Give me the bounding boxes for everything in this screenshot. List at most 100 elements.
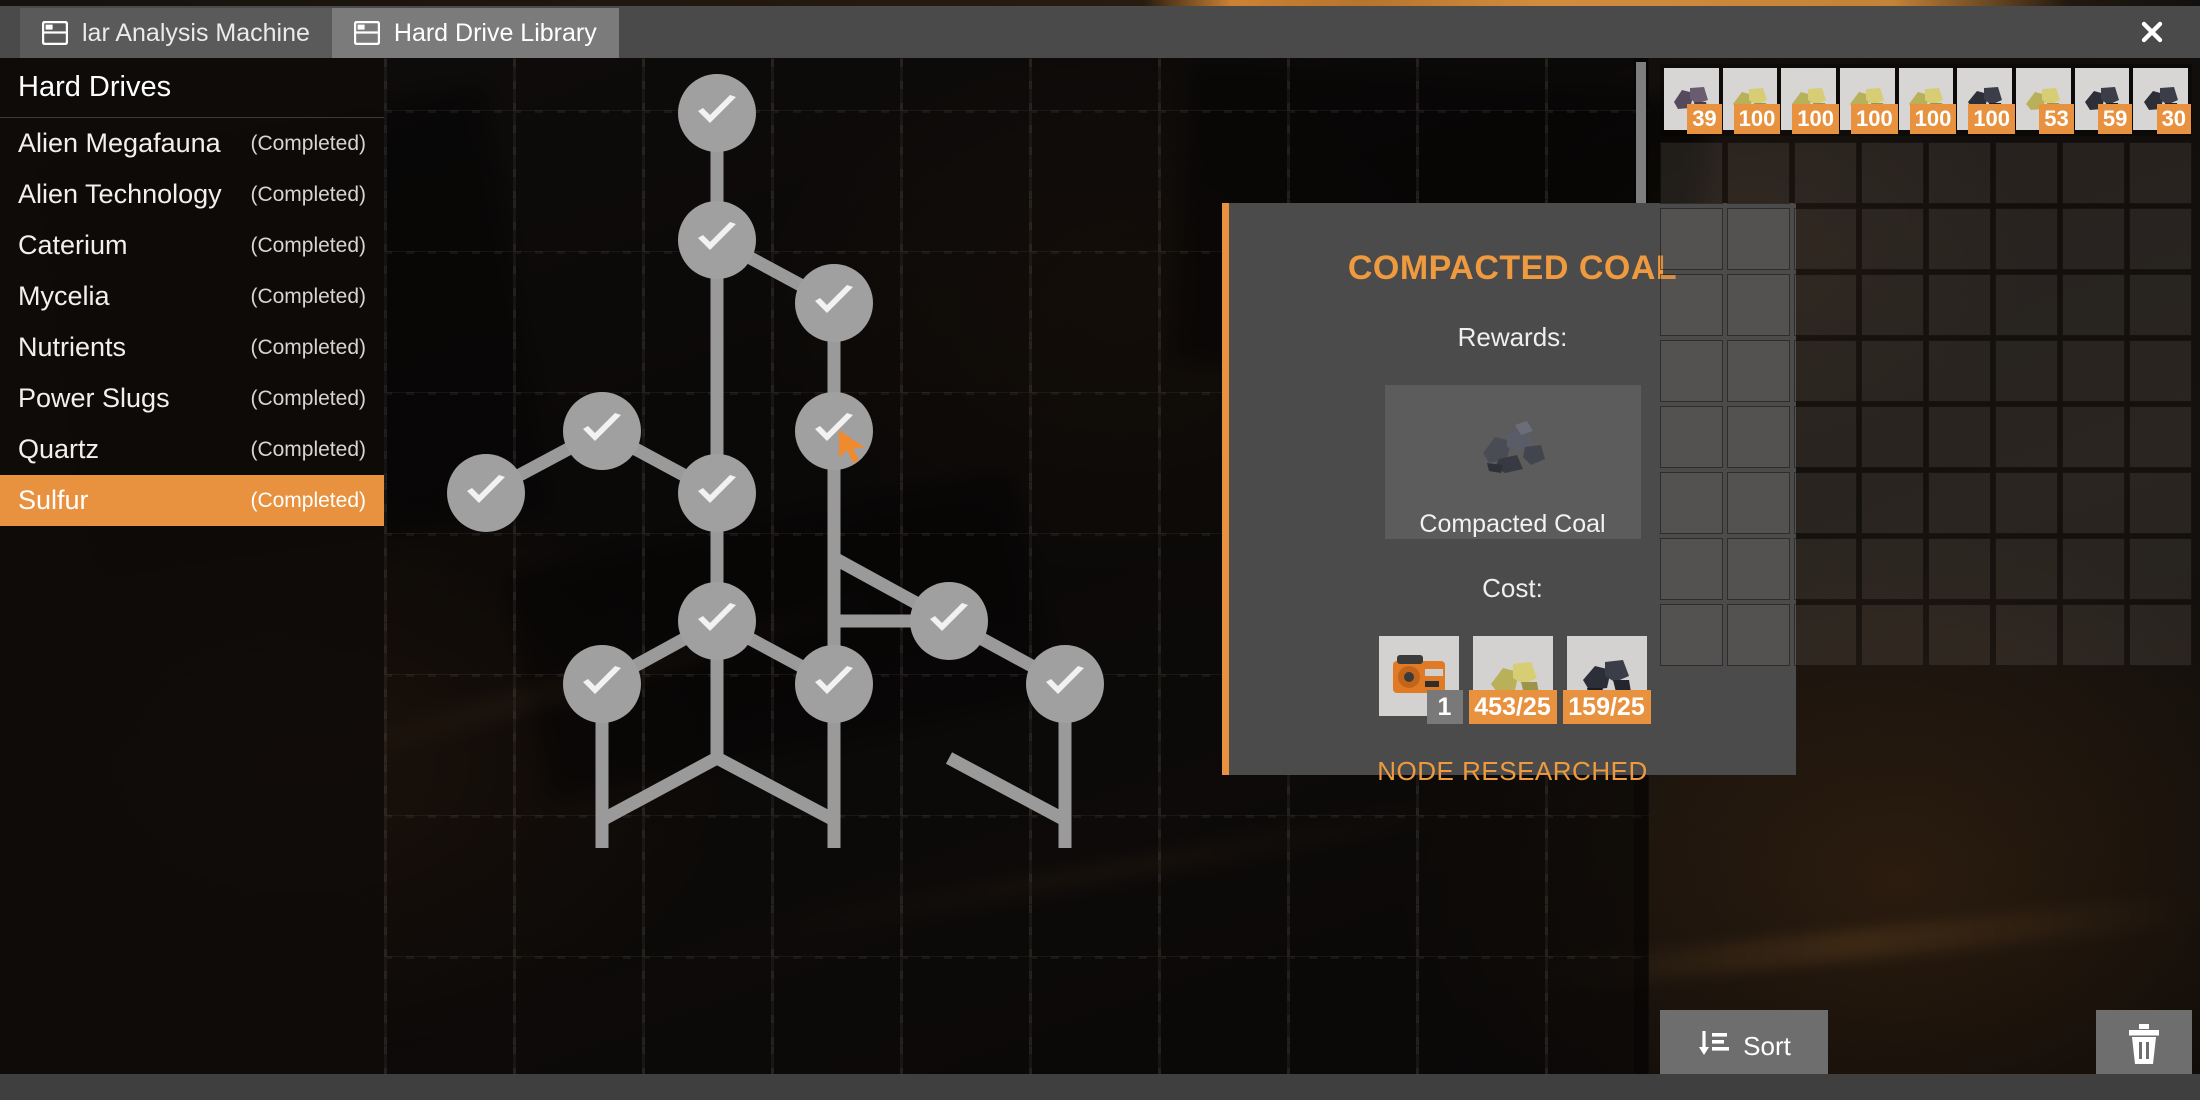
trash-button[interactable]	[2096, 1010, 2192, 1082]
sidebar-item-power-slugs[interactable]: Power Slugs (Completed)	[0, 373, 384, 424]
inventory-slot-empty[interactable]	[2129, 406, 2192, 468]
inventory-slot-empty[interactable]	[1794, 472, 1857, 534]
inventory-slot-empty[interactable]	[1928, 538, 1991, 600]
inventory-slot-empty[interactable]	[1660, 274, 1723, 336]
cost-item-coal[interactable]: 159/25	[1562, 636, 1651, 724]
inventory-slot-empty[interactable]	[2062, 274, 2125, 336]
inventory-slot-empty[interactable]	[2062, 604, 2125, 666]
tech-node-n10[interactable]	[563, 645, 641, 723]
inventory-slot-empty[interactable]	[1995, 208, 2058, 270]
inventory-slot-empty[interactable]	[1727, 274, 1790, 336]
tab-hard-drive-library[interactable]: Hard Drive Library	[331, 8, 619, 58]
inventory-slot-empty[interactable]	[1995, 604, 2058, 666]
sidebar-item-alien-technology[interactable]: Alien Technology (Completed)	[0, 169, 384, 220]
inventory-slot-empty[interactable]	[2062, 340, 2125, 402]
sort-button[interactable]: Sort	[1660, 1010, 1828, 1082]
inventory-slot-empty[interactable]	[1727, 340, 1790, 402]
inventory-slot-empty[interactable]	[1928, 208, 1991, 270]
inventory-slot-empty[interactable]	[1660, 604, 1723, 666]
close-button[interactable]	[2104, 6, 2200, 58]
inventory-slot-empty[interactable]	[1995, 538, 2058, 600]
tech-node-n8[interactable]	[678, 582, 756, 660]
tech-node-n1[interactable]	[678, 74, 756, 152]
inventory-slot-empty[interactable]	[1660, 406, 1723, 468]
inventory-slot-empty[interactable]	[1861, 538, 1924, 600]
cost-item-hard-drive[interactable]: 1	[1378, 636, 1463, 724]
sidebar-item-quartz[interactable]: Quartz (Completed)	[0, 424, 384, 475]
inventory-slot-empty[interactable]	[2062, 472, 2125, 534]
inventory-slot-empty[interactable]	[1861, 142, 1924, 204]
inventory-slot[interactable]: 100	[1898, 68, 1957, 134]
inventory-slot-empty[interactable]	[2129, 274, 2192, 336]
inventory-slot[interactable]: 53	[2016, 68, 2074, 134]
inventory-slot-empty[interactable]	[2062, 208, 2125, 270]
inventory-slot-empty[interactable]	[1928, 142, 1991, 204]
inventory-slot-empty[interactable]	[1861, 406, 1924, 468]
tech-node-n7[interactable]	[678, 454, 756, 532]
tech-node-n5[interactable]	[563, 392, 641, 470]
inventory-slot-empty[interactable]	[1727, 142, 1790, 204]
tech-node-n4[interactable]	[795, 392, 873, 470]
inventory-slot-empty[interactable]	[1861, 340, 1924, 402]
inventory-slot-empty[interactable]	[2129, 538, 2192, 600]
tech-node-n11[interactable]	[795, 645, 873, 723]
inventory-slot-empty[interactable]	[1660, 142, 1723, 204]
inventory-slot-empty[interactable]	[2129, 208, 2192, 270]
inventory-slot-empty[interactable]	[1660, 340, 1723, 402]
inventory-slot[interactable]: 100	[1781, 68, 1840, 134]
inventory-slot-empty[interactable]	[2062, 538, 2125, 600]
sidebar-item-alien-megafauna[interactable]: Alien Megafauna (Completed)	[0, 118, 384, 169]
inventory-slot-empty[interactable]	[1794, 538, 1857, 600]
inventory-slot-empty[interactable]	[1660, 538, 1723, 600]
inventory-slot[interactable]: 39	[1664, 68, 1722, 134]
inventory-slot-empty[interactable]	[1995, 340, 2058, 402]
inventory-slot-empty[interactable]	[1660, 208, 1723, 270]
inventory-slot-empty[interactable]	[1861, 472, 1924, 534]
inventory-slot-empty[interactable]	[2129, 604, 2192, 666]
inventory-slot-empty[interactable]	[1660, 472, 1723, 534]
inventory-slot-empty[interactable]	[1861, 604, 1924, 666]
inventory-slot-empty[interactable]	[1727, 472, 1790, 534]
inventory-slot-empty[interactable]	[1995, 142, 2058, 204]
sidebar-item-caterium[interactable]: Caterium (Completed)	[0, 220, 384, 271]
inventory-slot[interactable]: 100	[1957, 68, 2016, 134]
inventory-slot-empty[interactable]	[1794, 604, 1857, 666]
inventory-slot-empty[interactable]	[1794, 208, 1857, 270]
cost-item-sulfur[interactable]: 453/25	[1468, 636, 1557, 724]
inventory-slot-empty[interactable]	[2129, 142, 2192, 204]
tech-node-n2[interactable]	[678, 201, 756, 279]
inventory-slot-empty[interactable]	[1995, 274, 2058, 336]
tech-node-n6[interactable]	[447, 454, 525, 532]
inventory-slot[interactable]: 30	[2133, 68, 2192, 134]
sidebar-item-sulfur[interactable]: Sulfur (Completed)	[0, 475, 384, 526]
inventory-slot-empty[interactable]	[1995, 406, 2058, 468]
inventory-slot-empty[interactable]	[1861, 208, 1924, 270]
inventory-slot-empty[interactable]	[1928, 274, 1991, 336]
inventory-slot-empty[interactable]	[1995, 472, 2058, 534]
inventory-slot-empty[interactable]	[1727, 538, 1790, 600]
tab-analysis-machine[interactable]: lar Analysis Machine	[20, 8, 332, 58]
inventory-slot-empty[interactable]	[1861, 274, 1924, 336]
inventory-slot-empty[interactable]	[1794, 274, 1857, 336]
tech-node-n12[interactable]	[1026, 645, 1104, 723]
inventory-slot[interactable]: 100	[1840, 68, 1898, 134]
reward-card[interactable]: Compacted Coal	[1384, 385, 1641, 539]
sidebar-item-mycelia[interactable]: Mycelia (Completed)	[0, 271, 384, 322]
inventory-slot-empty[interactable]	[2062, 406, 2125, 468]
inventory-slot-empty[interactable]	[1794, 340, 1857, 402]
inventory-slot-empty[interactable]	[1727, 208, 1790, 270]
inventory-slot-empty[interactable]	[1928, 472, 1991, 534]
inventory-slot-empty[interactable]	[2062, 142, 2125, 204]
inventory-slot-empty[interactable]	[2129, 472, 2192, 534]
tech-node-n9[interactable]	[910, 582, 988, 660]
inventory-slot-empty[interactable]	[1794, 142, 1857, 204]
inventory-slot-empty[interactable]	[1727, 406, 1790, 468]
sidebar-item-nutrients[interactable]: Nutrients (Completed)	[0, 322, 384, 373]
inventory-slot-empty[interactable]	[1727, 604, 1790, 666]
tech-node-n3[interactable]	[795, 264, 873, 342]
inventory-slot-empty[interactable]	[2129, 340, 2192, 402]
inventory-slot[interactable]: 100	[1722, 68, 1781, 134]
inventory-slot-empty[interactable]	[1928, 604, 1991, 666]
inventory-slot[interactable]: 59	[2074, 68, 2133, 134]
inventory-slot-empty[interactable]	[1794, 406, 1857, 468]
